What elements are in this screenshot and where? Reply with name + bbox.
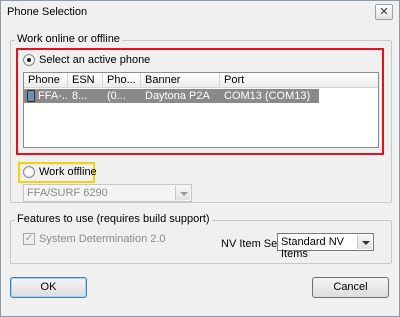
offline-model-value: FFA/SURF 6290 — [27, 187, 108, 199]
offline-model-select[interactable]: FFA/SURF 6290 — [23, 184, 192, 202]
phone-list-header: Phone ESN Pho... Banner Port — [24, 73, 378, 88]
column-header-banner[interactable]: Banner — [141, 73, 220, 88]
chevron-down-icon — [175, 186, 190, 200]
select-active-phone-label: Select an active phone — [39, 54, 151, 66]
radio-checked-icon — [23, 54, 35, 66]
close-button[interactable]: ✕ — [375, 4, 393, 20]
cell-port: COM13 (COM13) — [224, 90, 311, 102]
column-header-esn[interactable]: ESN — [68, 73, 103, 88]
table-row[interactable]: FFA-... 8... (0... Daytona P2A COM13 (CO… — [24, 89, 319, 103]
work-online-offline-label: Work online or offline — [15, 33, 122, 45]
system-determination-checkbox[interactable]: ✓ System Determination 2.0 — [23, 233, 166, 245]
system-determination-label: System Determination 2.0 — [39, 233, 166, 245]
cell-banner: Daytona P2A — [145, 90, 210, 102]
work-offline-label: Work offline — [39, 166, 97, 178]
window-title: Phone Selection — [7, 6, 88, 18]
title-bar: Phone Selection ✕ — [1, 1, 399, 23]
select-active-phone-radio[interactable]: Select an active phone — [23, 54, 150, 66]
features-group-label: Features to use (requires build support) — [15, 213, 212, 225]
column-header-port[interactable]: Port — [220, 73, 380, 88]
nv-item-set-label: NV Item Set — [221, 238, 281, 250]
checkmark-icon: ✓ — [23, 233, 35, 245]
radio-unchecked-icon — [23, 166, 35, 178]
cell-phone: FFA-... — [38, 90, 68, 102]
cell-esn: 8... — [72, 90, 88, 102]
column-header-phone[interactable]: Phone — [24, 73, 68, 88]
phone-list[interactable]: Phone ESN Pho... Banner Port FFA-... 8..… — [23, 72, 379, 148]
chevron-down-icon — [357, 235, 372, 249]
phone-selection-dialog: Phone Selection ✕ Work online or offline… — [0, 0, 400, 317]
nv-item-set-select[interactable]: Standard NV Items — [277, 233, 374, 260]
cell-pho: (0... — [107, 90, 126, 102]
column-header-pho[interactable]: Pho... — [103, 73, 141, 88]
work-offline-radio[interactable]: Work offline — [23, 166, 97, 178]
cancel-button[interactable]: Cancel — [312, 277, 389, 298]
ok-button[interactable]: OK — [10, 277, 87, 298]
